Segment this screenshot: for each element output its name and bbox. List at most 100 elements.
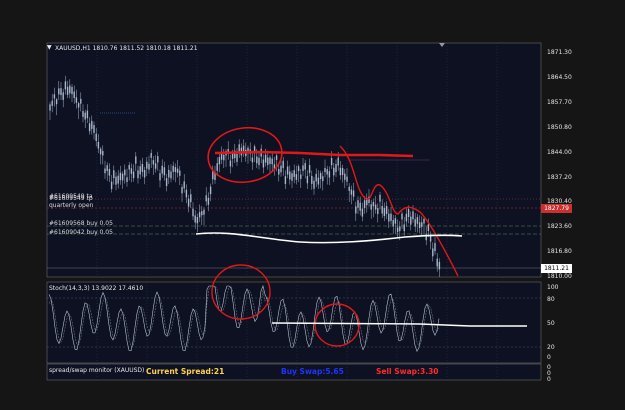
candle-body: [267, 157, 269, 165]
candle-body: [383, 208, 386, 217]
price-tick-label: 1857.70: [547, 98, 572, 106]
candle-body: [176, 168, 179, 173]
candle-body: [104, 168, 106, 174]
candle-body: [403, 224, 405, 232]
candle-body: [165, 178, 168, 187]
candle-body: [341, 167, 344, 175]
scroll-marker[interactable]: [439, 43, 445, 47]
candle-body: [410, 216, 412, 225]
candle-body: [394, 218, 397, 224]
candle-body: [333, 167, 335, 176]
candle-body: [132, 171, 135, 179]
spread-panel-title: spread/swap monitor (XAUUSD): [49, 367, 145, 374]
price-tick-label: 1850.80: [547, 123, 572, 131]
candle-body: [73, 91, 75, 99]
candle-body: [388, 213, 390, 222]
candle-body: [421, 222, 423, 227]
candle-body: [152, 160, 155, 165]
candle-body: [416, 217, 419, 224]
candle-body: [212, 171, 214, 180]
candle-body: [80, 98, 82, 104]
order-label-buy-2: #61609042 buy 0.05: [49, 229, 113, 236]
candle-body: [229, 160, 232, 167]
candle-body: [370, 204, 372, 210]
candle-body: [108, 169, 111, 176]
candle-body: [181, 187, 183, 194]
candle-body: [69, 85, 71, 94]
candle-body: [295, 174, 298, 180]
candle-body: [77, 103, 80, 108]
candle-body: [407, 209, 410, 217]
candle-body: [427, 224, 430, 231]
candle-body: [385, 205, 388, 214]
candle-body: [95, 133, 97, 141]
candle-body: [271, 158, 273, 165]
price-tick-label: 1864.50: [547, 73, 572, 81]
candle-body: [216, 163, 218, 171]
candle-body: [106, 165, 108, 171]
price-tick-label: 1844.00: [547, 148, 572, 156]
price-tick-label: 1810.00: [547, 273, 572, 281]
candle-body: [159, 173, 161, 181]
order-label-buy-1: #61609568 buy 0.05: [49, 220, 113, 227]
candle-body: [203, 209, 205, 215]
candle-body: [352, 190, 355, 197]
sell-swap-value: Sell Swap:3.30: [376, 367, 439, 376]
candle-body: [339, 167, 342, 176]
candle-body: [49, 104, 51, 111]
candle-body: [372, 201, 375, 207]
candle-body: [258, 157, 260, 166]
candle-body: [119, 172, 122, 181]
candle-body: [170, 171, 172, 179]
candle-body: [346, 176, 348, 182]
candle-body: [168, 169, 170, 178]
candle-body: [163, 167, 166, 176]
candle-body: [91, 120, 93, 129]
candle-body: [304, 163, 306, 170]
candle-body: [330, 158, 333, 166]
candle-body: [293, 170, 295, 177]
candle-body: [432, 248, 434, 257]
candle-body: [297, 166, 300, 172]
candle-body: [148, 163, 150, 170]
candle-body: [66, 86, 69, 95]
candle-body: [399, 226, 401, 232]
candle-body: [124, 169, 126, 176]
candle-body: [236, 153, 238, 162]
candle-body: [51, 100, 53, 106]
price-tick-label: 1871.30: [547, 49, 572, 56]
candle-body: [289, 171, 291, 180]
candle-body: [423, 218, 425, 224]
candle-body: [172, 165, 174, 172]
chart-canvas[interactable]: [0, 0, 625, 406]
candle-body: [348, 186, 350, 191]
candle-body: [183, 181, 185, 189]
candle-body: [86, 110, 89, 119]
candle-body: [344, 173, 346, 180]
candle-body: [319, 173, 322, 180]
chart-window: ▼ XAUUSD,H1 1810.76 1811.52 1810.18 1811…: [0, 0, 625, 406]
candle-body: [405, 213, 408, 222]
candle-body: [121, 173, 124, 181]
candle-body: [359, 202, 361, 211]
candle-body: [322, 176, 324, 182]
candle-body: [264, 154, 267, 163]
price-tick-label: 1823.60: [547, 223, 572, 231]
candle-body: [302, 165, 304, 171]
candle-body: [218, 157, 221, 165]
level-price-badge: 1827.79: [541, 204, 572, 213]
candle-body: [286, 166, 289, 175]
candle-body: [300, 174, 302, 179]
candle-body: [174, 167, 177, 173]
candle-body: [110, 181, 113, 190]
candle-body: [350, 189, 353, 195]
candle-body: [194, 215, 196, 223]
candle-body: [328, 171, 331, 178]
candle-body: [284, 176, 287, 184]
triangle-down-icon[interactable]: ▼: [47, 44, 52, 51]
candle-body: [326, 169, 328, 175]
candle-body: [335, 164, 337, 173]
candle-body: [58, 88, 60, 95]
candle-body: [434, 243, 436, 252]
candle-body: [71, 86, 73, 95]
